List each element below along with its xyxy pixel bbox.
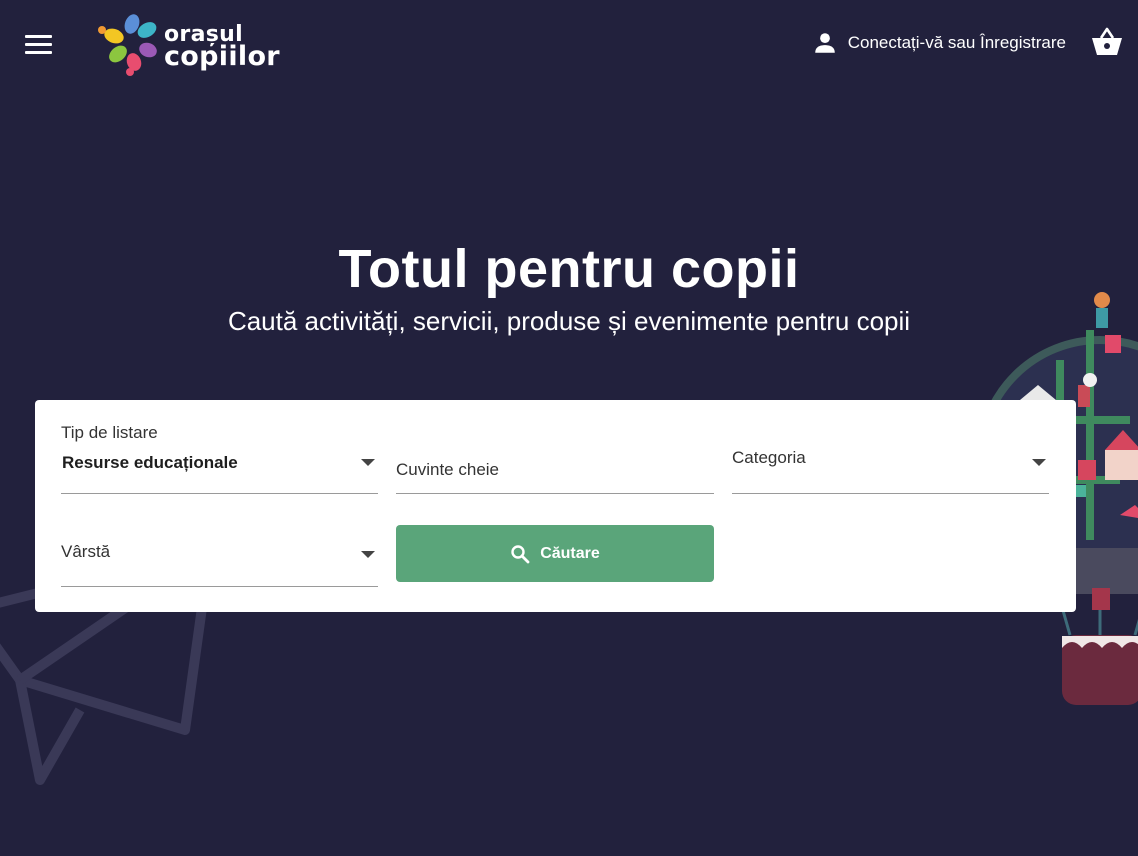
hamburger-menu-icon[interactable]: [22, 28, 56, 60]
search-form-card: Tip de listare Resurse educaționale Cate…: [35, 400, 1076, 612]
age-label: Vârstă: [61, 542, 111, 561]
site-header: orașul copiilor Conectați-vă sau Înregis…: [0, 0, 1138, 88]
keywords-input[interactable]: [396, 422, 714, 493]
caret-down-icon: [361, 459, 375, 466]
search-button-label: Căutare: [540, 544, 600, 562]
logo-flower-icon: [98, 14, 157, 76]
caret-down-icon: [361, 551, 375, 558]
site-logo[interactable]: orașul copiilor: [92, 10, 280, 78]
field-underline: [396, 493, 714, 494]
listing-type-select[interactable]: Tip de listare Resurse educaționale: [61, 422, 378, 494]
keywords-field[interactable]: [396, 422, 714, 494]
page: orașul copiilor Conectați-vă sau Înregis…: [0, 0, 1138, 856]
hero-title: Totul pentru copii: [338, 239, 800, 299]
field-underline: [732, 493, 1049, 494]
logo-text-bottom: copiilor: [164, 41, 280, 72]
search-button[interactable]: Căutare: [396, 525, 714, 582]
listing-type-value: Resurse educaționale: [62, 453, 238, 472]
category-label: Categoria: [732, 448, 806, 467]
field-underline: [61, 586, 378, 587]
age-select[interactable]: Vârstă: [61, 516, 378, 587]
login-register-link[interactable]: Conectați-vă sau Înregistrare: [812, 28, 1066, 58]
caret-down-icon: [1032, 459, 1046, 466]
hero-subtitle: Caută activități, servicii, produse și e…: [227, 306, 911, 336]
login-register-label: Conectați-vă sau Înregistrare: [847, 33, 1066, 52]
user-icon: [814, 33, 835, 53]
category-select[interactable]: Categoria: [732, 422, 1049, 494]
field-underline: [61, 493, 378, 494]
listing-type-label: Tip de listare: [61, 423, 158, 442]
search-icon: [511, 544, 530, 563]
basket-icon[interactable]: [1090, 26, 1124, 58]
